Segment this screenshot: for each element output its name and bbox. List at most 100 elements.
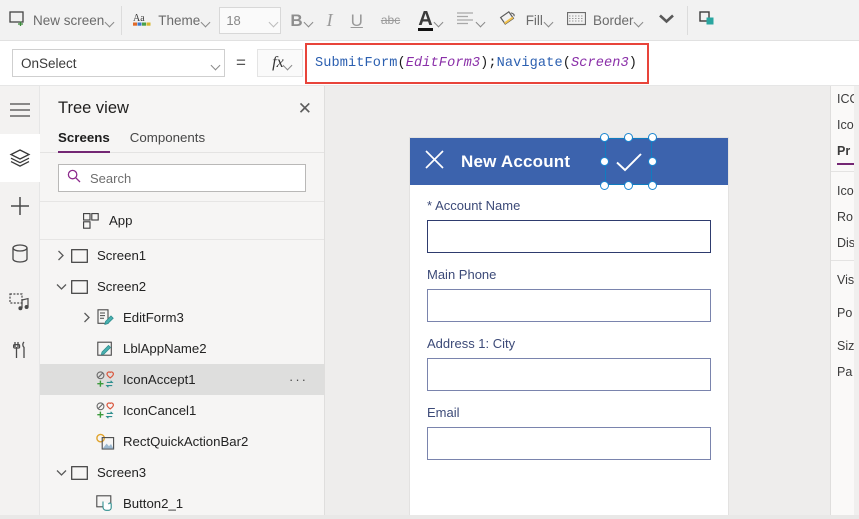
resize-handle-w[interactable] [600,157,609,166]
formula-token: ) [628,55,638,71]
fill-label: Fill [525,12,543,28]
underline-button[interactable]: U [342,0,372,41]
font-size-select[interactable]: 18 [219,6,282,34]
rectangle-icon [94,433,116,450]
form-icon [94,309,116,326]
hamburger-menu-icon[interactable] [0,86,40,134]
align-icon [456,12,475,28]
button-icon [94,495,116,512]
tree-tab-screens[interactable]: Screens [58,130,110,153]
equals-sign: = [236,53,246,72]
new-screen-label: New screen [33,12,105,28]
formula-token: EditForm3 [405,55,481,71]
theme-label: Theme [158,12,201,28]
resize-handle-sw[interactable] [600,181,609,190]
command-bar: New screen Aa Theme 18 B I U abc A Fill … [0,0,859,41]
form-field: Address 1: City [427,336,711,391]
tree-item-list: Screen1 Screen2 EditForm3 LblAppName2 IconAc… [40,240,324,519]
media-icon[interactable] [0,278,40,326]
chevron-down-icon[interactable] [54,469,68,477]
form-field-input[interactable] [427,427,711,460]
resize-handle-se[interactable] [648,181,657,190]
font-color-button[interactable]: A [409,0,447,41]
tree-item-overflow-button[interactable]: ··· [289,372,308,387]
icon-shape-icon [94,402,116,419]
bold-button[interactable]: B [281,0,317,41]
bottom-strip [0,515,859,519]
tree-item-lblappname2[interactable]: LblAppName2 [40,333,324,364]
tree-item-label: LblAppName2 [123,341,207,356]
formula-input[interactable]: SubmitForm(EditForm3);Navigate(Screen3) [315,56,637,71]
chevron-right-icon[interactable] [54,250,68,261]
chevron-down-icon[interactable] [54,283,68,291]
tree-view-panel: Tree view ✕ Screens Components Search Ap… [40,86,325,519]
form-field-input[interactable] [427,289,711,322]
component-button[interactable] [690,0,726,41]
form-field-label: * Account Name [427,198,521,213]
resize-handle-s[interactable] [624,181,633,190]
powerapps-studio: New screen Aa Theme 18 B I U abc A Fill … [0,0,859,519]
app-canvas[interactable]: New Account * Account Name Main Phone Addre… [325,86,830,519]
resize-handle-ne[interactable] [648,133,657,142]
screen-icon [68,279,90,294]
theme-button[interactable]: Aa Theme [124,0,215,41]
search-icon [67,169,81,188]
search-input[interactable]: Search [58,164,306,192]
tree-item-label: Screen2 [97,279,147,294]
font-size-value: 18 [226,12,241,28]
close-x-icon[interactable] [424,149,445,175]
quick-action-bar: New Account [410,138,728,185]
chevron-down-icon [657,12,676,28]
font-color-icon: A [418,7,433,31]
form-field-input[interactable] [427,358,711,391]
form-field-label: Address 1: City [427,336,516,351]
fx-button[interactable]: fx [256,49,303,77]
new-screen-button[interactable]: New screen [0,0,119,41]
formula-token: Screen3 [570,55,629,71]
tools-icon[interactable] [0,326,40,374]
tree-item-iconaccept1[interactable]: IconAccept1 ··· [40,364,324,395]
icon-shape-icon [94,371,116,388]
border-button[interactable]: Border [558,0,649,41]
tree-item-iconcancel1[interactable]: IconCancel1 [40,395,324,426]
italic-icon: I [326,10,333,30]
tree-item-app[interactable]: App [40,202,324,239]
form-field-label: Email [427,405,460,420]
fill-bucket-icon [499,10,519,31]
formula-input-wrap: SubmitForm(EditForm3);Navigate(Screen3) [303,41,859,86]
resize-handle-nw[interactable] [600,133,609,142]
align-button[interactable] [448,0,490,41]
more-options-button[interactable] [648,0,685,41]
resize-handle-e[interactable] [648,157,657,166]
formula-token: SubmitForm [314,55,398,71]
tree-item-screen3[interactable]: Screen3 [40,457,324,488]
property-select-value: OnSelect [21,55,77,71]
form-field-input[interactable] [427,220,711,253]
italic-button[interactable]: I [318,0,342,41]
icon-accept-selected[interactable] [600,133,657,190]
property-select[interactable]: OnSelect [12,49,225,77]
data-icon[interactable] [0,230,40,278]
edit-form: * Account Name Main Phone Address 1: City Em… [410,185,728,460]
tree-tab-components[interactable]: Components [130,130,205,152]
tree-item-rectquickactionbar2[interactable]: RectQuickActionBar2 [40,426,324,457]
tree-item-label: EditForm3 [123,310,184,325]
tree-item-editform3[interactable]: EditForm3 [40,302,324,333]
chevron-right-icon[interactable] [80,312,94,323]
resize-handle-n[interactable] [624,133,633,142]
insert-plus-icon[interactable] [0,182,40,230]
required-marker: * [427,198,433,213]
tree-item-screen1[interactable]: Screen1 [40,240,324,271]
theme-icon: Aa [133,11,151,30]
tree-item-screen2[interactable]: Screen2 [40,271,324,302]
strikethrough-button[interactable]: abc [372,0,409,41]
formula-token: Navigate [496,55,563,71]
close-icon[interactable]: ✕ [298,100,312,117]
tree-view-icon[interactable] [0,134,40,182]
fill-button[interactable]: Fill [490,0,558,41]
divider [687,5,689,35]
divider [121,5,123,35]
tree-item-label: Button2_1 [123,496,184,511]
underline-icon: U [350,10,363,30]
panel-scrollbar[interactable] [854,86,859,519]
